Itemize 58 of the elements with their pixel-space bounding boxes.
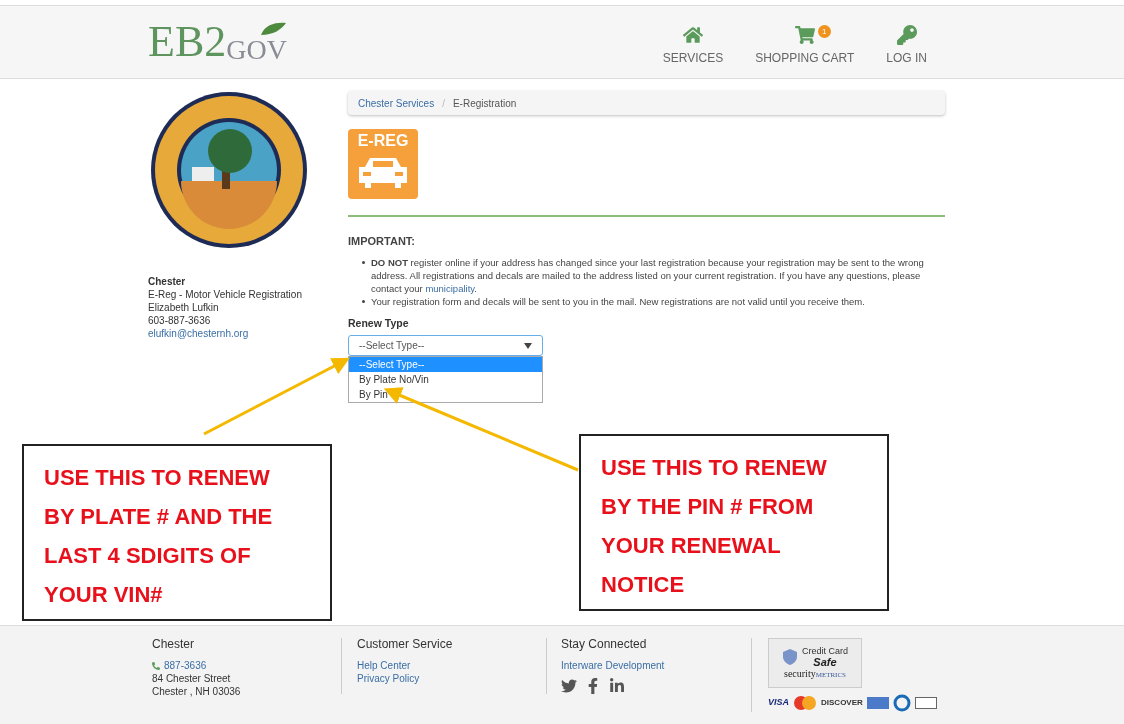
card-logo: DISCOVER	[821, 697, 863, 709]
seal-text: Credit Card	[802, 645, 848, 657]
caret-icon	[524, 342, 532, 349]
town-name: Chester	[148, 275, 187, 288]
overlapping-circles-icon	[793, 696, 817, 710]
address-line: 84 Chester Street	[152, 672, 232, 685]
contact-line: 603-887-3636	[148, 314, 212, 327]
nav-link[interactable]: 1 SHOPPING CART	[743, 25, 867, 67]
nav-link[interactable]: SERVICES	[650, 25, 736, 67]
car-icon	[357, 155, 409, 189]
card-logo-icon	[914, 697, 937, 709]
linkedin-icon[interactable]	[609, 678, 625, 694]
renew-type-select[interactable]: --Select Type--	[348, 335, 543, 357]
contact-line: E-Reg - Motor Vehicle Registration	[148, 288, 303, 301]
logo-subtext: GOV	[226, 36, 287, 64]
notice-text: DO NOT register online if your address has changed since your last registration because your registration may be sent to the wrong address. All registrations and decals are mailed to the address listed on your current registration. If you have any questions, please contact your municipality.	[371, 255, 925, 295]
field-label: Renew Type	[348, 315, 410, 331]
address-line: Chester , NH 03036	[152, 685, 242, 698]
callout-box: USE THIS TO RENEW BY THE PIN # FROM YOUR RENEWAL NOTICE	[579, 434, 889, 611]
footer-link[interactable]: Help Center	[357, 659, 546, 672]
nav-link[interactable]: LOG IN	[874, 25, 939, 67]
site-logo[interactable]: EB2GOV	[148, 20, 287, 64]
notice-text: Your registration form and decals will be sent to you in the mail. New registrations are not valid until you receive them.	[371, 294, 865, 308]
card-logo-icon	[866, 697, 889, 709]
card-logo: VISA	[768, 696, 789, 710]
footer-heading: Stay Connected	[561, 638, 648, 651]
bullet-icon	[362, 299, 365, 303]
dropdown-option[interactable]: By Pin	[349, 387, 542, 403]
notice-title: IMPORTANT:	[348, 234, 416, 249]
dropdown-option[interactable]: By Plate No/Vin	[349, 372, 542, 388]
nav-label: LOG IN	[886, 50, 927, 67]
footer-heading: Customer Service	[357, 638, 454, 651]
logo-text: EB2	[148, 20, 227, 64]
contact-line: Elizabeth Lufkin	[148, 301, 220, 314]
breadcrumb-separator: /	[442, 96, 445, 111]
cart-icon	[794, 25, 815, 45]
callout-box: USE THIS TO RENEW BY PLATE # AND THE LAST 4 SDIGITS OF YOUR VIN#	[22, 444, 332, 621]
key-icon	[896, 25, 917, 45]
twitter-icon[interactable]	[561, 678, 577, 694]
leaf-icon	[258, 22, 287, 36]
nav-label: SHOPPING CART	[755, 50, 855, 67]
phone-link[interactable]: 887-3636	[164, 659, 207, 672]
dropdown-option[interactable]: --Select Type--	[349, 357, 542, 373]
shield-icon	[782, 647, 798, 666]
ereg-label: E-REG	[357, 133, 409, 149]
home-icon	[682, 25, 703, 45]
nav-label: SERVICES	[662, 50, 724, 67]
breadcrumb-current: E-Registration	[452, 96, 517, 111]
cart-count-badge: 1	[817, 25, 831, 38]
bullet-icon	[362, 260, 365, 264]
footer-link[interactable]: Interware Development	[561, 659, 751, 672]
footer-link[interactable]: Privacy Policy	[357, 672, 546, 685]
ring-icon	[892, 694, 911, 712]
email-link[interactable]: elufkin@chesternh.org	[148, 327, 348, 340]
seal-text: Safe	[813, 656, 837, 668]
phone-icon	[152, 661, 160, 670]
footer-heading: Chester	[152, 638, 196, 651]
breadcrumb-link[interactable]: Chester Services	[358, 95, 435, 111]
